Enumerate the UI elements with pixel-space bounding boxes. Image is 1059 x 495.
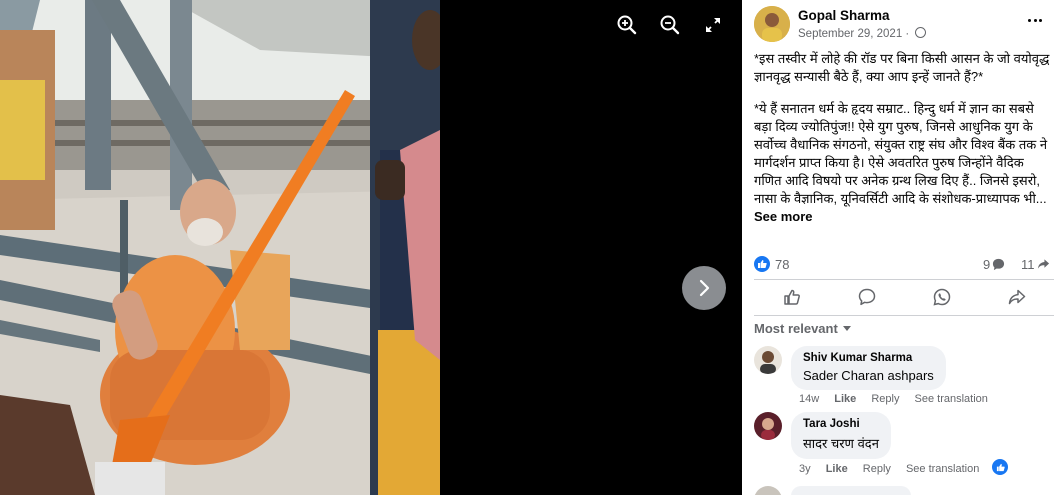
comment-bubble	[791, 486, 911, 495]
share-arrow-icon	[1037, 259, 1049, 269]
comment-item: Shiv Kumar Sharma Sader Charan ashpars 1…	[754, 346, 1054, 410]
comment-meta: 14w Like Reply See translation	[799, 393, 1000, 405]
comment-age: 3y	[799, 463, 811, 475]
commenter-avatar[interactable]	[754, 412, 782, 440]
comment-sort-label: Most relevant	[754, 321, 838, 336]
photo-viewer	[0, 0, 742, 495]
zoom-in-button[interactable]	[613, 11, 641, 39]
commenter-avatar[interactable]	[754, 346, 782, 374]
like-reaction-icon	[754, 256, 770, 272]
share-count[interactable]: 11	[1021, 257, 1050, 272]
comment-meta: 3y Like Reply See translation	[799, 463, 991, 475]
commenter-name[interactable]: Tara Joshi	[803, 418, 879, 430]
comment-icon	[858, 288, 875, 306]
comment-text: सादर चरण वंदन	[803, 436, 879, 451]
share-icon	[1008, 289, 1025, 305]
whatsapp-button[interactable]	[912, 282, 972, 312]
comment-reply-button[interactable]: Reply	[871, 393, 899, 405]
reaction-count[interactable]: 78	[775, 257, 789, 272]
comment-bubble: Shiv Kumar Sharma Sader Charan ashpars	[791, 346, 946, 390]
comment-age: 14w	[799, 393, 820, 405]
post-date[interactable]: September 29, 2021 ·	[798, 27, 927, 40]
comment-like-button[interactable]: Like	[834, 393, 856, 405]
post-photo[interactable]	[0, 0, 440, 495]
post-panel: Gopal Sharma September 29, 2021 · *इस तस…	[742, 0, 1059, 495]
chevron-right-icon	[699, 279, 710, 297]
more-options-button[interactable]	[1023, 10, 1047, 30]
comment-reply-button[interactable]: Reply	[863, 463, 891, 475]
comment-button[interactable]	[837, 282, 897, 312]
comment-like-button[interactable]: Like	[826, 463, 848, 475]
comment-item: Tara Joshi सादर चरण वंदन 3y Like Reply S…	[754, 412, 1054, 478]
caret-down-icon	[842, 326, 851, 331]
post-actions	[754, 280, 1054, 314]
comment-count[interactable]: 9	[983, 257, 1005, 272]
commenter-name[interactable]: Shiv Kumar Sharma	[803, 352, 934, 364]
post-paragraph-1: *इस तस्वीर में लोहे की रॉड पर बिना किसी …	[754, 51, 1050, 84]
see-more-link[interactable]: See more	[754, 209, 813, 224]
comment-count-value: 9	[983, 257, 991, 272]
whatsapp-icon	[932, 288, 950, 306]
more-horizontal-icon	[1027, 18, 1043, 22]
divider	[754, 315, 1054, 316]
reactions-bar: 78 9 11	[754, 256, 1054, 274]
share-count-value: 11	[1021, 257, 1035, 272]
globe-icon	[915, 27, 927, 38]
share-button[interactable]	[987, 282, 1047, 312]
thumbs-up-icon	[783, 289, 800, 305]
see-translation-link[interactable]: See translation	[915, 393, 988, 405]
expand-icon	[706, 18, 720, 32]
see-translation-link[interactable]: See translation	[906, 463, 979, 475]
comment-text: Sader Charan ashpars	[803, 368, 934, 383]
comment-bubble: Tara Joshi सादर चरण वंदन	[791, 412, 891, 459]
post-paragraph-2: *ये हैं सनातन धर्म के हृदय सम्राट.. हिन्…	[754, 100, 1054, 226]
commenter-avatar[interactable]	[754, 486, 782, 495]
fullscreen-button[interactable]	[699, 11, 727, 39]
comment-item-partial	[754, 486, 1054, 495]
zoom-in-icon	[617, 15, 637, 35]
zoom-out-button[interactable]	[656, 11, 684, 39]
post-header: Gopal Sharma September 29, 2021 ·	[754, 6, 1049, 46]
like-button[interactable]	[762, 282, 822, 312]
post-date-text: September 29, 2021 ·	[798, 28, 913, 40]
post-body: *इस तस्वीर में लोहे की रॉड पर बिना किसी …	[754, 50, 1054, 240]
zoom-out-icon	[660, 15, 680, 35]
author-avatar[interactable]	[754, 6, 790, 42]
comment-like-reaction-icon	[991, 458, 1009, 476]
next-photo-button[interactable]	[682, 266, 726, 310]
post-paragraph-2-text: *ये हैं सनातन धर्म के हृदय सम्राट.. हिन्…	[754, 101, 1048, 206]
comment-sort-dropdown[interactable]: Most relevant	[754, 321, 851, 336]
comment-bubble-icon	[993, 258, 1005, 271]
author-name[interactable]: Gopal Sharma	[798, 8, 890, 23]
